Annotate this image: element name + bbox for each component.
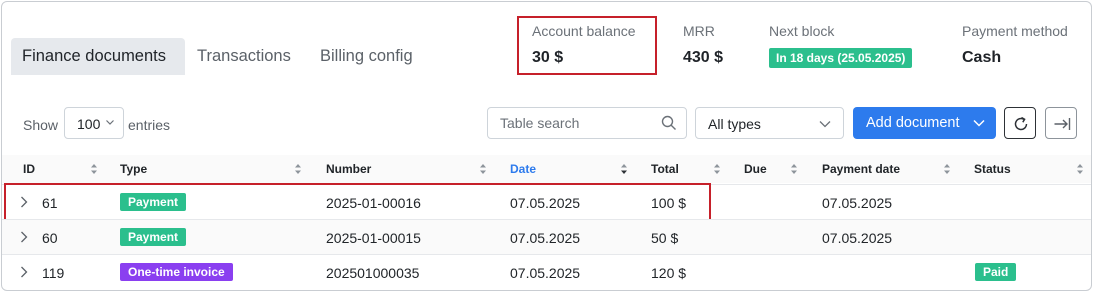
chevron-down-icon [973, 119, 985, 127]
sort-icon[interactable] [1076, 163, 1084, 175]
cell-date: 07.05.2025 [510, 265, 581, 281]
entries-select[interactable]: 100 [64, 107, 124, 139]
column-header-due[interactable]: Due [744, 162, 767, 176]
next-block-label: Next block [769, 23, 835, 39]
cell-payment-date: 07.05.2025 [822, 195, 893, 211]
column-header-type[interactable]: Type [120, 162, 147, 176]
refresh-button[interactable] [1004, 107, 1036, 139]
search-icon[interactable] [661, 115, 677, 131]
column-header-payment-date[interactable]: Payment date [822, 162, 900, 176]
mrr-label: MRR [683, 23, 715, 39]
chevron-right-icon[interactable] [20, 266, 28, 278]
cell-payment-date: 07.05.2025 [822, 230, 893, 246]
refresh-icon [1014, 116, 1028, 131]
finance-panel: Finance documents Transactions Billing c… [1, 1, 1092, 291]
tab-billing-config[interactable]: Billing config [309, 38, 424, 75]
cell-total: 120 $ [651, 265, 687, 281]
type-filter-select[interactable]: All types [695, 107, 844, 139]
table-search-input[interactable] [487, 107, 687, 139]
chevron-down-icon [819, 121, 831, 128]
type-filter-value: All types [708, 116, 761, 132]
show-label: Show [23, 117, 59, 133]
cell-date: 07.05.2025 [510, 230, 581, 246]
chevron-right-icon[interactable] [20, 231, 28, 243]
status-badge: Paid [975, 263, 1017, 281]
column-header-date[interactable]: Date [510, 162, 536, 176]
column-header-id[interactable]: ID [23, 162, 35, 176]
payment-method-value: Cash [962, 49, 1002, 66]
arrow-right-bar-icon [1054, 118, 1071, 130]
sort-icon[interactable] [90, 163, 98, 175]
cell-id: 60 [42, 230, 58, 246]
sort-icon[interactable] [943, 163, 951, 175]
tab-finance-documents[interactable]: Finance documents [11, 38, 185, 75]
entries-value: 100 [77, 116, 101, 132]
export-button[interactable] [1045, 107, 1077, 139]
cell-total: 50 $ [651, 230, 679, 246]
account-balance-highlight [517, 16, 657, 75]
sort-icon[interactable] [790, 163, 798, 175]
sort-icon[interactable] [479, 163, 487, 175]
cell-id: 119 [42, 265, 65, 281]
add-document-label: Add document [866, 115, 960, 131]
type-badge: Payment [120, 228, 187, 246]
tab-transactions[interactable]: Transactions [186, 38, 302, 75]
add-document-button[interactable]: Add document [853, 107, 996, 139]
entries-label: entries [128, 117, 171, 133]
sort-icon[interactable] [294, 163, 302, 175]
mrr-value: 430 $ [683, 49, 724, 66]
type-badge: One-time invoice [120, 263, 233, 281]
table-header: ID Type Number Date Total Due Payment da… [2, 155, 1091, 183]
payment-method-label: Payment method [962, 23, 1068, 39]
cell-number[interactable]: 2025-01-00015 [326, 230, 421, 246]
sort-icon[interactable] [713, 163, 721, 175]
table-row[interactable]: 60 Payment 2025-01-00015 07.05.2025 50 $… [2, 219, 1091, 254]
column-header-number[interactable]: Number [326, 162, 371, 176]
column-header-total[interactable]: Total [651, 162, 679, 176]
table-row[interactable]: 119 One-time invoice 202501000035 07.05.… [2, 254, 1091, 289]
sort-active-icon[interactable] [620, 163, 628, 175]
column-header-status[interactable]: Status [974, 162, 1011, 176]
next-block-badge: In 18 days (25.05.2025) [769, 48, 913, 68]
chevron-down-icon [106, 120, 114, 125]
cell-number[interactable]: 202501000035 [326, 265, 419, 281]
